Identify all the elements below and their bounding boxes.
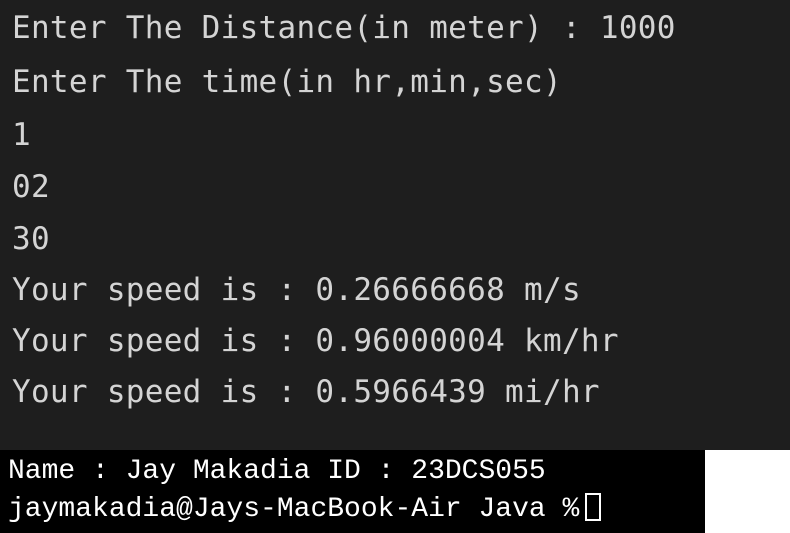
name-id-line: Name : Jay Makadia ID : 23DCS055 <box>8 456 546 487</box>
speed-mph-line: Your speed is : 0.5966439 mi/hr <box>12 374 600 410</box>
terminal-footer-panel[interactable]: Name : Jay Makadia ID : 23DCS055 jaymaka… <box>0 450 705 533</box>
shell-prompt-line[interactable]: jaymakadia@Jays-MacBook-Air Java % <box>8 492 602 528</box>
distance-prompt-line: Enter The Distance(in meter) : 1000 <box>12 10 676 46</box>
speed-kmph-line: Your speed is : 0.96000004 km/hr <box>12 323 619 359</box>
text-cursor <box>585 493 602 521</box>
time-prompt-line: Enter The time(in hr,min,sec) <box>12 64 562 100</box>
seconds-input-line: 30 <box>12 221 50 257</box>
minutes-input-line: 02 <box>12 169 50 205</box>
hours-input-line: 1 <box>12 117 31 153</box>
speed-mps-line: Your speed is : 0.26666668 m/s <box>12 272 581 308</box>
shell-prompt-text: jaymakadia@Jays-MacBook-Air Java % <box>8 494 580 525</box>
terminal-output-panel[interactable]: Enter The Distance(in meter) : 1000 Ente… <box>0 0 790 450</box>
